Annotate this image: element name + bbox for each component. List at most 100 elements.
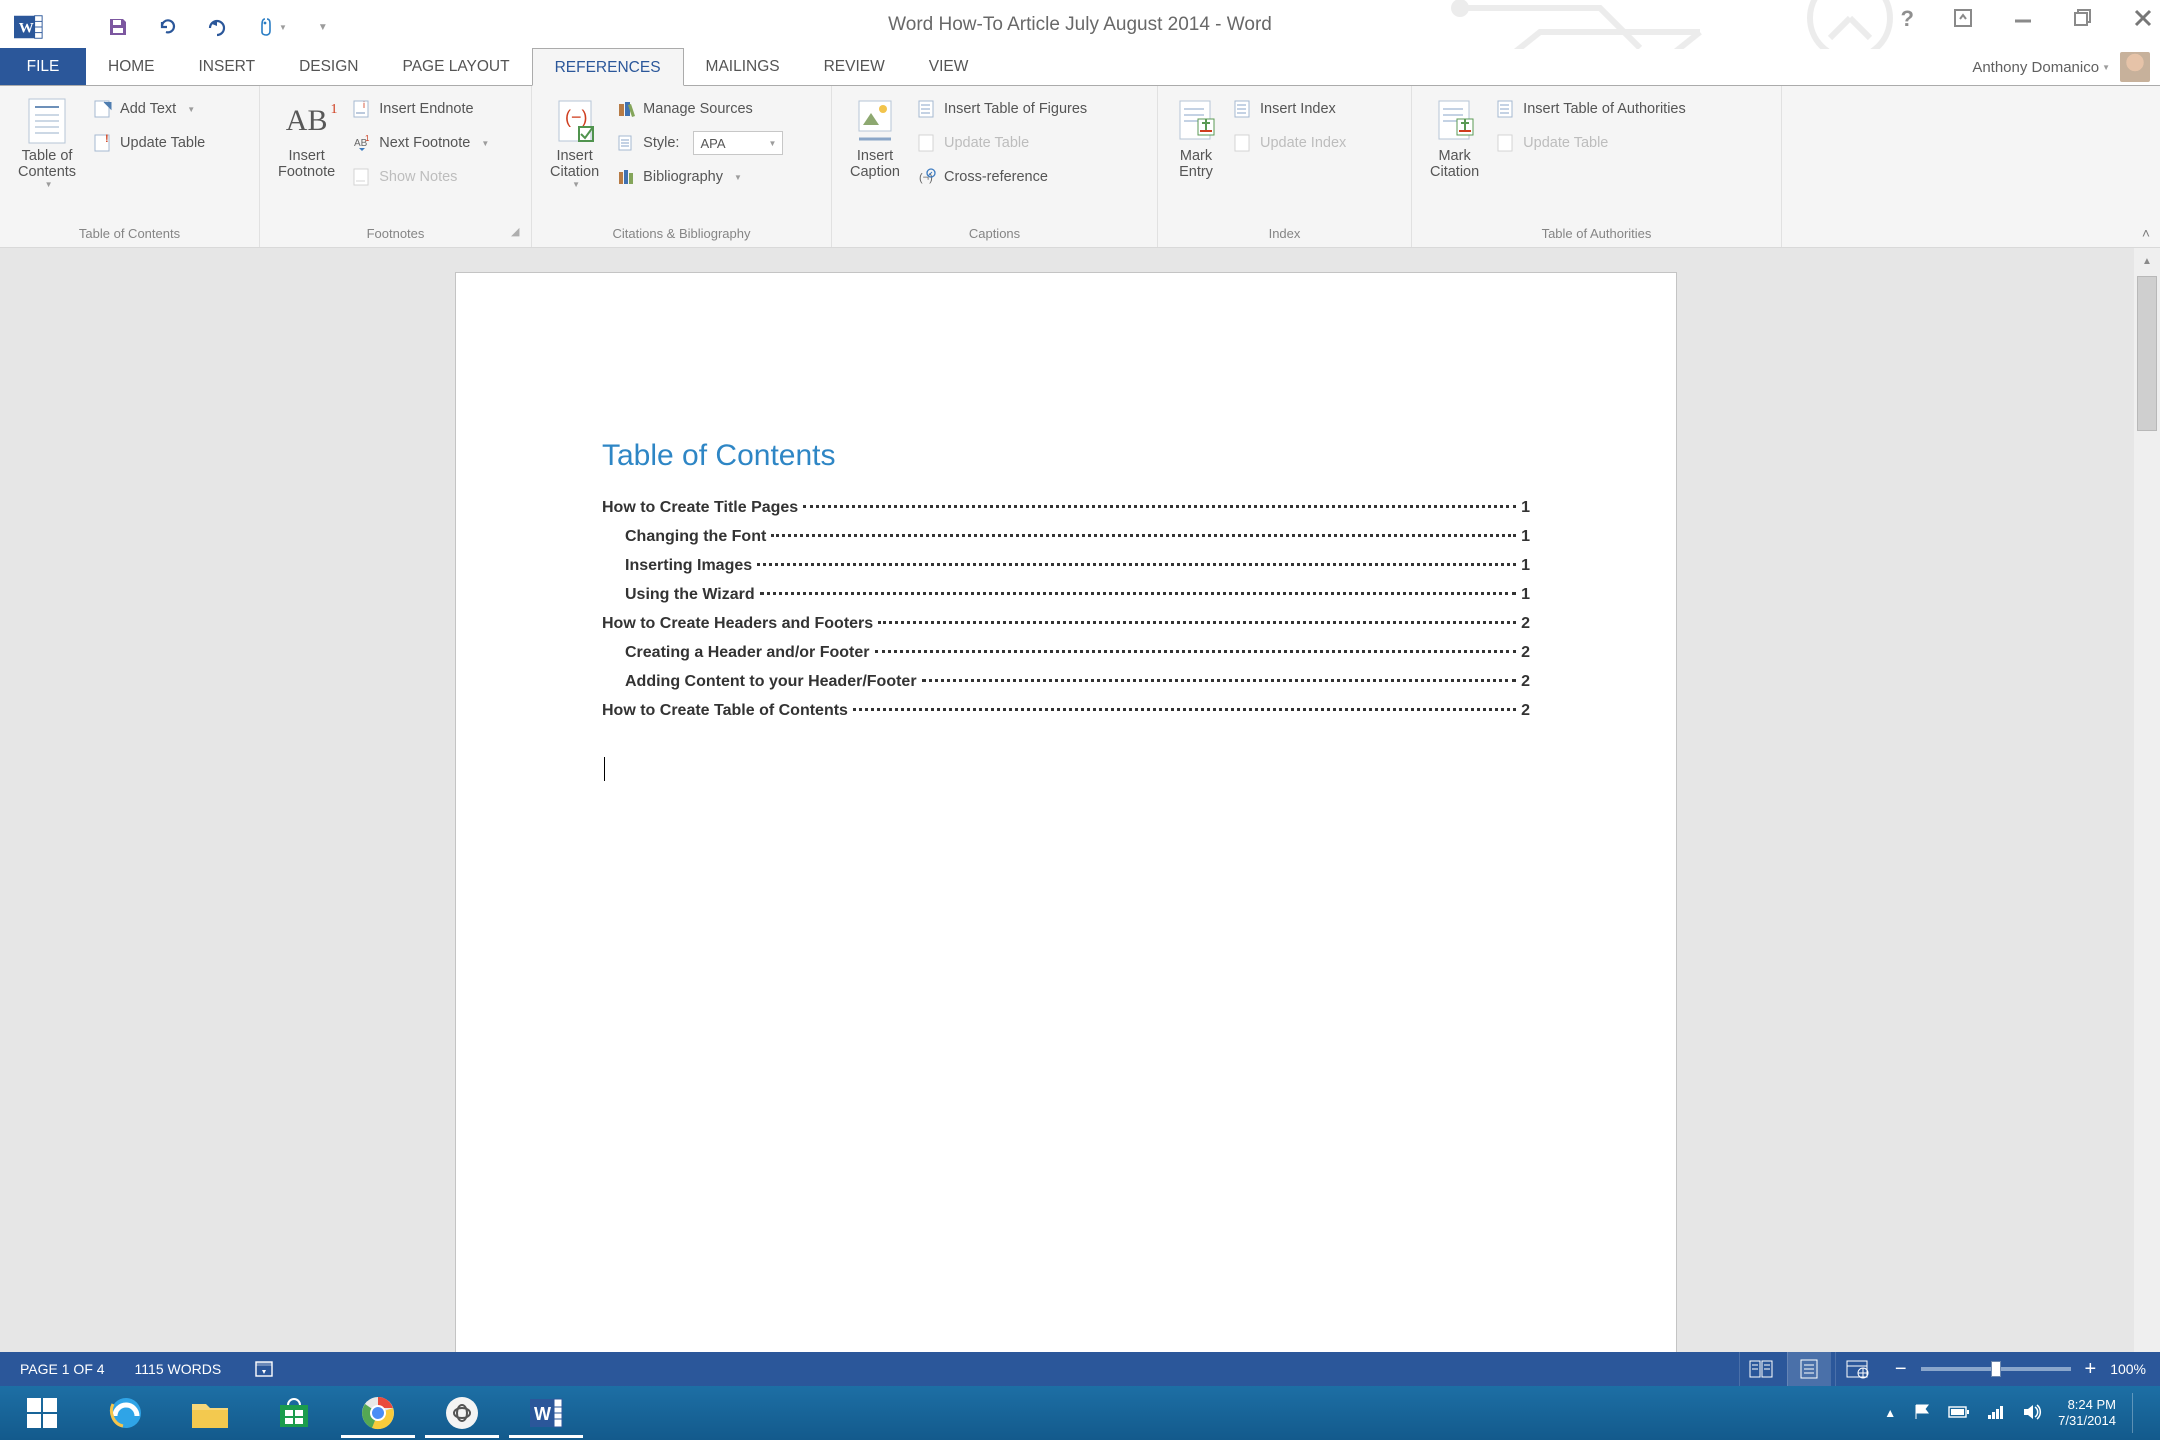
store-icon[interactable]	[252, 1386, 336, 1440]
tab-review[interactable]: REVIEW	[802, 48, 907, 85]
word-taskbar-icon[interactable]: W	[504, 1386, 588, 1440]
table-of-contents-button[interactable]: Table of Contents▼	[8, 92, 86, 222]
update-figures-table-button: Update Table	[910, 126, 1095, 160]
group-label: Captions	[840, 222, 1149, 247]
svg-text:i: i	[363, 100, 365, 110]
footnotes-launcher-icon[interactable]: ◢	[511, 225, 527, 241]
taskbar: W ▲ 8:24 PM 7/31/2014	[0, 1386, 2160, 1440]
text-cursor	[604, 757, 605, 781]
toc-entry[interactable]: Adding Content to your Header/Footer2	[602, 657, 1530, 686]
insert-index-button[interactable]: Insert Index	[1226, 92, 1354, 126]
svg-text:(−): (−)	[565, 107, 588, 127]
volume-icon[interactable]	[2022, 1403, 2042, 1424]
tab-page-layout[interactable]: PAGE LAYOUT	[381, 48, 532, 85]
start-button[interactable]	[0, 1386, 84, 1440]
svg-text:W: W	[534, 1404, 551, 1424]
clock[interactable]: 8:24 PM 7/31/2014	[2058, 1397, 2116, 1429]
toc-entry[interactable]: How to Create Table of Contents2	[602, 686, 1530, 715]
scroll-up-icon[interactable]: ▲	[2134, 248, 2160, 274]
update-index-button: Update Index	[1226, 126, 1354, 160]
tab-mailings[interactable]: MAILINGS	[684, 48, 802, 85]
toc-entry[interactable]: How to Create Title Pages1	[602, 483, 1530, 512]
tray-chevron-icon[interactable]: ▲	[1884, 1406, 1896, 1420]
group-citations: (−) Insert Citation▼ Manage Sources Styl…	[532, 86, 832, 247]
close-icon[interactable]	[2132, 7, 2154, 32]
svg-text:1: 1	[365, 134, 370, 143]
insert-citation-button[interactable]: (−) Insert Citation▼	[540, 92, 609, 222]
mark-entry-button[interactable]: Mark Entry	[1166, 92, 1226, 222]
toc-entry[interactable]: Inserting Images1	[602, 541, 1530, 570]
user-name: Anthony Domanico	[1972, 59, 2099, 76]
manage-sources-button[interactable]: Manage Sources	[609, 92, 791, 126]
document-area: Table of Contents How to Create Title Pa…	[0, 248, 2160, 1386]
group-label: Index	[1166, 222, 1403, 247]
wifi-icon[interactable]	[1986, 1404, 2006, 1423]
help-icon[interactable]: ?	[1901, 6, 1914, 32]
file-explorer-icon[interactable]	[168, 1386, 252, 1440]
flag-icon[interactable]	[1912, 1402, 1932, 1425]
zoom-in-button[interactable]: +	[2085, 1358, 2097, 1381]
update-toa-button: Update Table	[1489, 126, 1694, 160]
toc-heading: Table of Contents	[602, 439, 835, 473]
minimize-icon[interactable]	[2012, 7, 2034, 32]
update-table-button[interactable]: !Update Table	[86, 126, 213, 160]
insert-caption-button[interactable]: Insert Caption	[840, 92, 910, 222]
style-dropdown[interactable]: APA▼	[693, 131, 783, 155]
ribbon-tabs: FILEHOMEINSERTDESIGNPAGE LAYOUTREFERENCE…	[0, 49, 2160, 86]
svg-text:!: !	[105, 134, 109, 145]
group-captions: Insert Caption Insert Table of Figures U…	[832, 86, 1158, 247]
read-mode-icon[interactable]	[1739, 1352, 1783, 1386]
system-tray: ▲ 8:24 PM 7/31/2014	[1884, 1393, 2160, 1433]
macros-icon[interactable]	[251, 1356, 277, 1382]
tab-file[interactable]: FILE	[0, 48, 86, 85]
toc-entry[interactable]: Changing the Font1	[602, 512, 1530, 541]
group-label: Footnotes	[268, 222, 523, 247]
next-footnote-button[interactable]: AB1Next Footnote▼	[345, 126, 497, 160]
cross-reference-button[interactable]: (¬)Cross-reference	[910, 160, 1095, 194]
mark-citation-button[interactable]: Mark Citation	[1420, 92, 1489, 222]
bibliography-button[interactable]: Bibliography▼	[609, 160, 791, 194]
show-desktop[interactable]	[2132, 1393, 2140, 1433]
battery-icon[interactable]	[1948, 1405, 1970, 1422]
restore-icon[interactable]	[2072, 7, 2094, 32]
insert-toa-button[interactable]: Insert Table of Authorities	[1489, 92, 1694, 126]
print-layout-icon[interactable]	[1787, 1352, 1831, 1386]
internet-explorer-icon[interactable]	[84, 1386, 168, 1440]
app-icon[interactable]	[420, 1386, 504, 1440]
group-index: Mark Entry Insert Index Update Index Ind…	[1158, 86, 1412, 247]
tab-references[interactable]: REFERENCES	[532, 48, 684, 86]
window-title: Word How-To Article July August 2014 - W…	[0, 14, 2160, 36]
zoom-slider[interactable]	[1921, 1367, 2071, 1371]
tab-insert[interactable]: INSERT	[177, 48, 278, 85]
word-count[interactable]: 1115 WORDS	[135, 1361, 222, 1377]
group-table-of-authorities: Mark Citation Insert Table of Authoritie…	[1412, 86, 1782, 247]
scroll-thumb[interactable]	[2137, 276, 2157, 431]
avatar	[2120, 52, 2150, 82]
zoom-out-button[interactable]: −	[1895, 1358, 1907, 1381]
group-label: Table of Contents	[8, 222, 251, 247]
page[interactable]: Table of Contents How to Create Title Pa…	[455, 272, 1677, 1386]
user-account[interactable]: Anthony Domanico ▼	[1972, 52, 2150, 82]
collapse-ribbon-icon[interactable]: ˄	[2142, 225, 2150, 241]
ribbon: Table of Contents▼ Add Text▼ !Update Tab…	[0, 86, 2160, 248]
group-table-of-contents: Table of Contents▼ Add Text▼ !Update Tab…	[0, 86, 260, 247]
tab-view[interactable]: VIEW	[907, 48, 991, 85]
ribbon-options-icon[interactable]	[1952, 7, 1974, 32]
show-notes-button: Show Notes	[345, 160, 497, 194]
zoom-readout[interactable]: 100%	[2110, 1361, 2146, 1377]
chrome-icon[interactable]	[336, 1386, 420, 1440]
add-text-button[interactable]: Add Text▼	[86, 92, 213, 126]
toc-entry[interactable]: Creating a Header and/or Footer2	[602, 628, 1530, 657]
insert-footnote-button[interactable]: AB1 Insert Footnote	[268, 92, 345, 222]
insert-endnote-button[interactable]: iInsert Endnote	[345, 92, 497, 126]
toc-entry[interactable]: Using the Wizard1	[602, 570, 1530, 599]
vertical-scrollbar[interactable]: ▲ ▼	[2134, 248, 2160, 1386]
insert-table-of-figures-button[interactable]: Insert Table of Figures	[910, 92, 1095, 126]
page-indicator[interactable]: PAGE 1 OF 4	[20, 1361, 105, 1377]
web-layout-icon[interactable]	[1835, 1352, 1879, 1386]
toc-entry[interactable]: How to Create Headers and Footers2	[602, 599, 1530, 628]
tab-design[interactable]: DESIGN	[277, 48, 380, 85]
citation-style[interactable]: Style: APA▼	[609, 126, 791, 160]
group-label: Table of Authorities	[1420, 222, 1773, 247]
tab-home[interactable]: HOME	[86, 48, 177, 85]
